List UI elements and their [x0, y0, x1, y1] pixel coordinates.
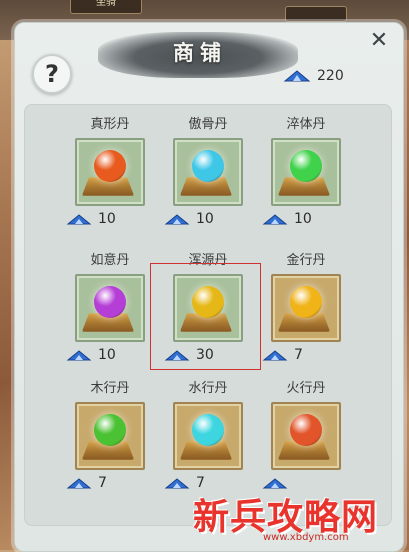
shop-item[interactable]: 水行丹 7	[158, 380, 258, 492]
item-name: 水行丹	[188, 381, 228, 396]
pill-orb-icon	[94, 150, 126, 182]
shop-item[interactable]: 真形丹 10	[60, 116, 160, 228]
spirit-stone-icon	[262, 349, 288, 360]
spirit-stone-icon	[164, 213, 190, 224]
item-name: 淬体丹	[286, 117, 326, 132]
pill-orb-icon	[94, 414, 126, 446]
currency-amount: 220	[317, 68, 344, 84]
item-name: 如意丹	[90, 253, 130, 268]
item-icon-frame[interactable]	[271, 402, 341, 470]
pill-orb-icon	[192, 414, 224, 446]
item-name: 金行丹	[286, 253, 326, 268]
item-name: 火行丹	[286, 381, 326, 396]
shop-item[interactable]: 傲骨丹 10	[158, 116, 258, 228]
item-name: 真形丹	[90, 117, 130, 132]
spirit-stone-icon	[262, 213, 288, 224]
watermark-url: www.xbdym.com	[263, 532, 349, 543]
item-price: 10	[66, 210, 160, 228]
item-icon-frame[interactable]	[271, 274, 341, 342]
pill-orb-icon	[192, 150, 224, 182]
pill-orb-icon	[290, 286, 322, 318]
price-value: 10	[98, 347, 116, 363]
item-icon-frame[interactable]	[173, 402, 243, 470]
shop-item[interactable]: 如意丹 10	[60, 252, 160, 364]
spirit-stone-icon	[66, 213, 92, 224]
spirit-stone-icon	[283, 70, 311, 82]
shop-item[interactable]: 金行丹 7	[256, 252, 356, 364]
item-icon-frame[interactable]	[271, 138, 341, 206]
currency-display: 220	[283, 66, 344, 86]
spirit-stone-icon	[164, 477, 190, 488]
item-icon-frame[interactable]	[75, 402, 145, 470]
item-price: 10	[262, 210, 356, 228]
top-badge: 坐骑	[70, 0, 142, 14]
spirit-stone-icon	[66, 349, 92, 360]
price-value: 10	[196, 211, 214, 227]
pill-orb-icon	[290, 150, 322, 182]
price-value: 7	[294, 347, 303, 363]
spirit-stone-icon	[66, 477, 92, 488]
item-name: 傲骨丹	[188, 117, 228, 132]
price-value: 7	[98, 475, 107, 491]
top-badge-right	[285, 6, 347, 22]
item-price: 7	[262, 346, 356, 364]
pill-orb-icon	[94, 286, 126, 318]
item-icon-frame[interactable]	[173, 138, 243, 206]
shop-title: 商铺	[173, 41, 227, 65]
pill-orb-icon	[290, 414, 322, 446]
selection-highlight	[150, 263, 261, 370]
item-icon-frame[interactable]	[75, 138, 145, 206]
watermark: 新兵攻略网 www.xbdym.com	[193, 480, 403, 550]
price-value: 10	[98, 211, 116, 227]
shop-item[interactable]: 淬体丹 10	[256, 116, 356, 228]
price-value: 10	[294, 211, 312, 227]
shop-item[interactable]: 火行丹	[256, 380, 356, 492]
item-price: 10	[66, 346, 160, 364]
help-button[interactable]: ?	[32, 54, 72, 94]
shop-item[interactable]: 木行丹 7	[60, 380, 160, 492]
close-button[interactable]: ✕	[366, 28, 392, 54]
item-name: 木行丹	[90, 381, 130, 396]
item-icon-frame[interactable]	[75, 274, 145, 342]
item-price: 7	[66, 474, 160, 492]
item-price: 10	[164, 210, 258, 228]
